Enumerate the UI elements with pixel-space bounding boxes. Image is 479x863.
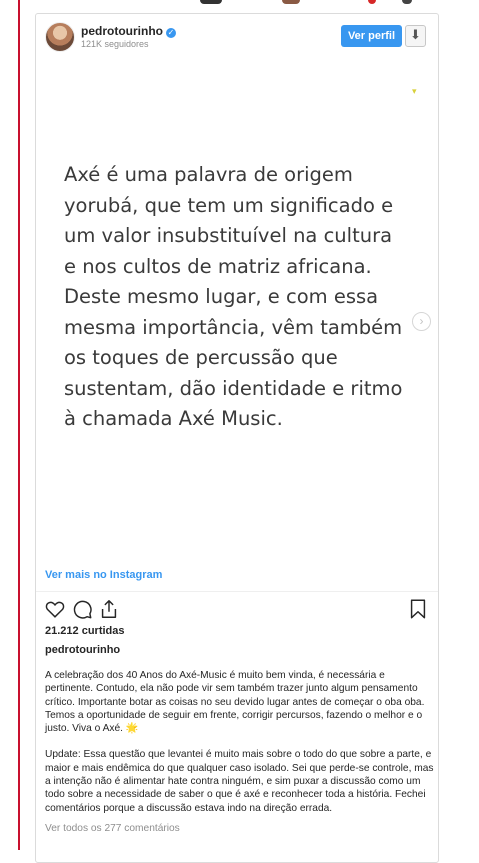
view-comments-link[interactable]: Ver todos os 277 comentários bbox=[45, 823, 180, 834]
media-text: Axé é uma palavra de origem yorubá, que … bbox=[64, 163, 403, 430]
action-bar bbox=[44, 598, 429, 620]
share-icon[interactable] bbox=[98, 598, 120, 620]
view-profile-button[interactable]: Ver perfil bbox=[341, 25, 402, 47]
chevron-right-icon[interactable]: › bbox=[412, 312, 431, 331]
followers-count: 121K seguidores bbox=[81, 39, 149, 49]
heart-icon[interactable] bbox=[44, 598, 66, 620]
caption-update-paragraph: Update: Essa questão que levantei é muit… bbox=[45, 749, 434, 814]
caption-paragraph: A celebração dos 40 Anos do Axé-Music é … bbox=[45, 670, 425, 735]
download-icon[interactable]: ⬇ bbox=[405, 25, 426, 47]
instagram-embed: pedrotourinho ✓ 121K seguidores Ver perfi… bbox=[35, 13, 439, 863]
decorative-mark: ▾ bbox=[412, 86, 417, 96]
caption: A celebração dos 40 Anos do Axé-Music é … bbox=[45, 669, 435, 815]
page-left-rule bbox=[18, 0, 20, 850]
avatar[interactable] bbox=[45, 22, 75, 52]
owner-username[interactable]: pedrotourinho bbox=[45, 644, 120, 656]
cropped-top-images bbox=[190, 0, 430, 6]
verified-badge-icon: ✓ bbox=[165, 28, 176, 38]
likes-count[interactable]: 21.212 curtidas bbox=[45, 625, 125, 637]
view-more-link[interactable]: Ver mais no Instagram bbox=[45, 569, 162, 581]
comment-icon[interactable] bbox=[71, 598, 93, 620]
post-header: pedrotourinho ✓ 121K seguidores Ver perfi… bbox=[36, 14, 438, 60]
post-media[interactable]: ▾ Axé é uma palavra de origem yorubá, qu… bbox=[36, 60, 438, 566]
divider bbox=[36, 591, 438, 592]
username[interactable]: pedrotourinho bbox=[81, 24, 163, 38]
username-line[interactable]: pedrotourinho ✓ bbox=[81, 24, 176, 38]
bookmark-icon[interactable] bbox=[407, 598, 429, 620]
